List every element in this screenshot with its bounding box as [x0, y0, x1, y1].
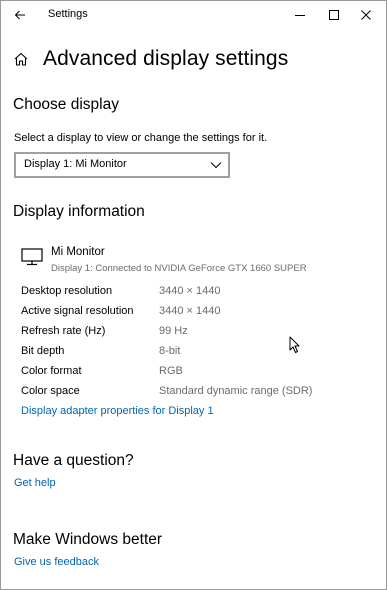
monitor-icon [21, 248, 43, 266]
info-label: Active signal resolution [21, 305, 134, 317]
close-button[interactable] [346, 1, 386, 29]
back-arrow-icon [14, 10, 25, 20]
display-adapter-properties-link[interactable]: Display adapter properties for Display 1 [21, 405, 214, 417]
settings-window: Settings Advanced display settings Choos… [0, 0, 387, 590]
info-row-refresh-rate: Refresh rate (Hz) 99 Hz [21, 325, 371, 343]
info-label: Bit depth [21, 345, 65, 357]
monitor-connection-info: Display 1: Connected to NVIDIA GeForce G… [51, 263, 307, 274]
dropdown-selected-value: Display 1: Mi Monitor [24, 158, 127, 170]
info-row-desktop-resolution: Desktop resolution 3440 × 1440 [21, 285, 371, 303]
page-header: Advanced display settings [13, 43, 288, 75]
info-label: Refresh rate (Hz) [21, 325, 106, 337]
choose-display-heading: Choose display [13, 96, 119, 113]
page-title: Advanced display settings [43, 47, 289, 70]
have-a-question-heading: Have a question? [13, 452, 134, 469]
mouse-pointer-icon [289, 336, 300, 353]
info-row-active-signal-resolution: Active signal resolution 3440 × 1440 [21, 305, 371, 323]
get-help-link[interactable]: Get help [14, 477, 56, 489]
info-row-color-format: Color format RGB [21, 365, 371, 383]
choose-display-description: Select a display to view or change the s… [14, 132, 268, 144]
info-label: Color space [21, 385, 80, 397]
give-feedback-link[interactable]: Give us feedback [14, 556, 99, 568]
make-windows-better-heading: Make Windows better [13, 531, 163, 548]
info-value: 3440 × 1440 [159, 285, 221, 297]
chevron-down-icon [210, 162, 222, 169]
info-label: Color format [21, 365, 82, 377]
back-button[interactable] [7, 3, 33, 27]
maximize-icon [329, 10, 339, 20]
info-value: Standard dynamic range (SDR) [159, 385, 313, 397]
monitor-name: Mi Monitor [51, 246, 105, 258]
close-icon [361, 10, 371, 20]
minimize-icon [295, 15, 305, 16]
window-title: Settings [48, 8, 88, 20]
info-value: 8-bit [159, 345, 181, 357]
info-row-bit-depth: Bit depth 8-bit [21, 345, 371, 363]
info-row-color-space: Color space Standard dynamic range (SDR) [21, 385, 371, 403]
home-icon[interactable] [13, 50, 31, 68]
info-value: 3440 × 1440 [159, 305, 221, 317]
info-value: RGB [159, 365, 183, 377]
display-information-heading: Display information [13, 203, 145, 220]
info-value: 99 Hz [159, 325, 188, 337]
display-select-dropdown[interactable]: Display 1: Mi Monitor [14, 152, 230, 178]
info-label: Desktop resolution [21, 285, 113, 297]
title-bar: Settings [1, 1, 386, 29]
